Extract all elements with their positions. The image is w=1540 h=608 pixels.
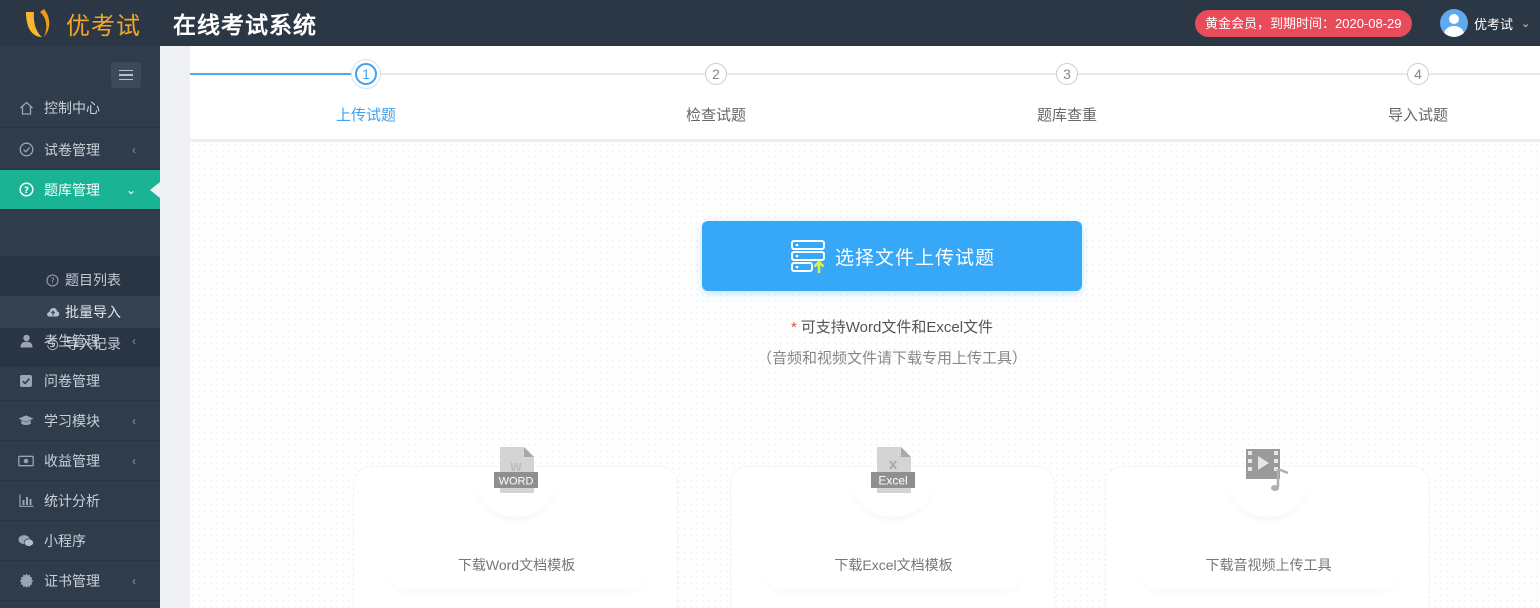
question-circle-icon: ?: [18, 182, 34, 198]
svg-text:?: ?: [23, 186, 28, 196]
submenu-item-label: 批量导入: [65, 304, 121, 320]
submenu-item-question-list[interactable]: ? 题目列表: [0, 264, 160, 296]
download-excel-card[interactable]: X Excel 下载Excel文档模板: [730, 447, 1055, 608]
support-note: * 可支持Word文件和Excel文件: [190, 316, 1540, 337]
excel-badge-text: Excel: [878, 474, 907, 488]
sidebar-item-control-center[interactable]: 控制中心: [0, 88, 160, 128]
sidebar-item-question-bank[interactable]: ? 题库管理 ⌄: [0, 170, 160, 210]
chevron-left-icon: ‹: [132, 413, 136, 428]
step-4-circle: 4: [1407, 63, 1429, 85]
sidebar: 控制中心 试卷管理 ‹ ? 题库管理 ⌄ ? 题目列表 批量导入 导入记录 考生…: [0, 46, 160, 608]
sidebar-item-paper-management[interactable]: 试卷管理 ‹: [0, 130, 160, 170]
system-title: 在线考试系统: [173, 12, 317, 38]
logo-text: 优考试: [66, 12, 141, 40]
download-media-tool-card[interactable]: 下载音视频上传工具: [1105, 449, 1430, 608]
menu-toggle-button[interactable]: [111, 62, 141, 88]
sidebar-item-certificate-management[interactable]: 证书管理 ‹: [0, 561, 160, 601]
svg-text:?: ?: [50, 276, 54, 285]
sidebar-item-label: 收益管理: [44, 452, 100, 469]
logo-icon: [22, 6, 56, 40]
active-indicator: [150, 182, 160, 198]
step-1-label: 上传试题: [335, 107, 396, 124]
download-word-label: 下载Word文档模板: [457, 557, 576, 573]
sidebar-item-label: 试卷管理: [44, 141, 100, 158]
media-note: （音频和视频文件请下载专用上传工具）: [756, 350, 1027, 367]
cloud-upload-icon: [46, 306, 60, 318]
sidebar-item-label: 学习模块: [44, 412, 100, 429]
sidebar-item-learning-module[interactable]: 学习模块 ‹: [0, 401, 160, 441]
sidebar-item-label: 小程序: [44, 532, 86, 549]
step-4-label: 导入试题: [1387, 107, 1448, 124]
step-2-label: 检查试题: [685, 107, 746, 124]
sidebar-item-revenue-management[interactable]: 收益管理 ‹: [0, 441, 160, 481]
svg-text:X: X: [889, 459, 898, 472]
checkbox-icon: [18, 373, 34, 389]
support-text: 可支持Word文件和Excel文件: [800, 319, 994, 336]
sidebar-item-label: 控制中心: [44, 99, 100, 116]
upload-server-icon: [789, 238, 829, 274]
sidebar-item-statistics[interactable]: 统计分析: [0, 481, 160, 521]
sidebar-item-mini-program[interactable]: 小程序: [0, 521, 160, 561]
sidebar-item-label: 问卷管理: [44, 372, 100, 389]
import-steps: 1 2 3 4 上传试题 检查试题 题库查重 导入试题: [190, 46, 1540, 142]
home-icon: [18, 100, 34, 116]
chevron-down-icon: ⌄: [1521, 17, 1531, 30]
user-icon: [18, 333, 34, 349]
avatar: [1440, 9, 1468, 37]
user-menu[interactable]: 优考试 ⌄: [1440, 9, 1530, 37]
chevron-left-icon: ‹: [132, 573, 136, 588]
wechat-icon: [18, 533, 34, 549]
bar-chart-icon: [18, 493, 34, 509]
sidebar-item-label: 考生管理: [44, 332, 100, 349]
certificate-icon: [18, 573, 34, 589]
step-connector: [1429, 73, 1540, 75]
sidebar-item-label: 证书管理: [44, 572, 100, 589]
excel-file-icon: X Excel: [871, 445, 915, 495]
step-connector: [378, 73, 705, 75]
main-content: 1 2 3 4 上传试题 检查试题 题库查重 导入试题 选择文件上传试题 * 可支…: [190, 46, 1540, 608]
top-bar: 优考试 在线考试系统 黄金会员，到期时间：2020-08-29 优考试 ⌄: [0, 0, 1540, 46]
chevron-left-icon: ‹: [132, 333, 136, 348]
question-circle-icon: ?: [46, 273, 60, 287]
word-badge-text: WORD: [499, 476, 534, 488]
required-mark: *: [790, 319, 797, 336]
sidebar-item-candidate-management[interactable]: 考生管理 ‹: [0, 321, 160, 361]
chevron-left-icon: ‹: [132, 142, 136, 157]
sidebar-item-survey-management[interactable]: 问卷管理: [0, 361, 160, 401]
chevron-down-icon: ⌄: [125, 182, 136, 197]
download-excel-label: 下载Excel文档模板: [834, 557, 953, 573]
money-icon: [18, 453, 34, 469]
submenu-item-label: 题目列表: [65, 272, 121, 288]
chevron-left-icon: ‹: [132, 453, 136, 468]
check-circle-icon: [18, 142, 34, 158]
step-3-label: 题库查重: [1036, 107, 1097, 124]
step-progress-line: [190, 73, 354, 75]
sidebar-item-label: 题库管理: [44, 181, 100, 198]
logo[interactable]: 优考试: [0, 0, 160, 46]
step-connector: [1078, 73, 1407, 75]
step-3-circle: 3: [1056, 63, 1078, 85]
sidebar-item-label: 统计分析: [44, 492, 100, 509]
graduation-cap-icon: [18, 413, 34, 429]
download-media-tool-label: 下载音视频上传工具: [1205, 557, 1332, 573]
user-name: 优考试: [1474, 16, 1514, 32]
step-2-circle: 2: [705, 63, 727, 85]
download-word-card[interactable]: W WORD 下载Word文档模板: [353, 447, 678, 608]
step-1-circle: 1: [355, 63, 377, 85]
word-file-icon: W WORD: [494, 445, 538, 495]
member-badge[interactable]: 黄金会员，到期时间：2020-08-29: [1195, 10, 1412, 37]
upload-file-button[interactable]: 选择文件上传试题: [702, 221, 1082, 291]
upload-button-label: 选择文件上传试题: [834, 247, 995, 269]
step-connector: [727, 73, 1056, 75]
video-file-icon: [1244, 445, 1289, 495]
